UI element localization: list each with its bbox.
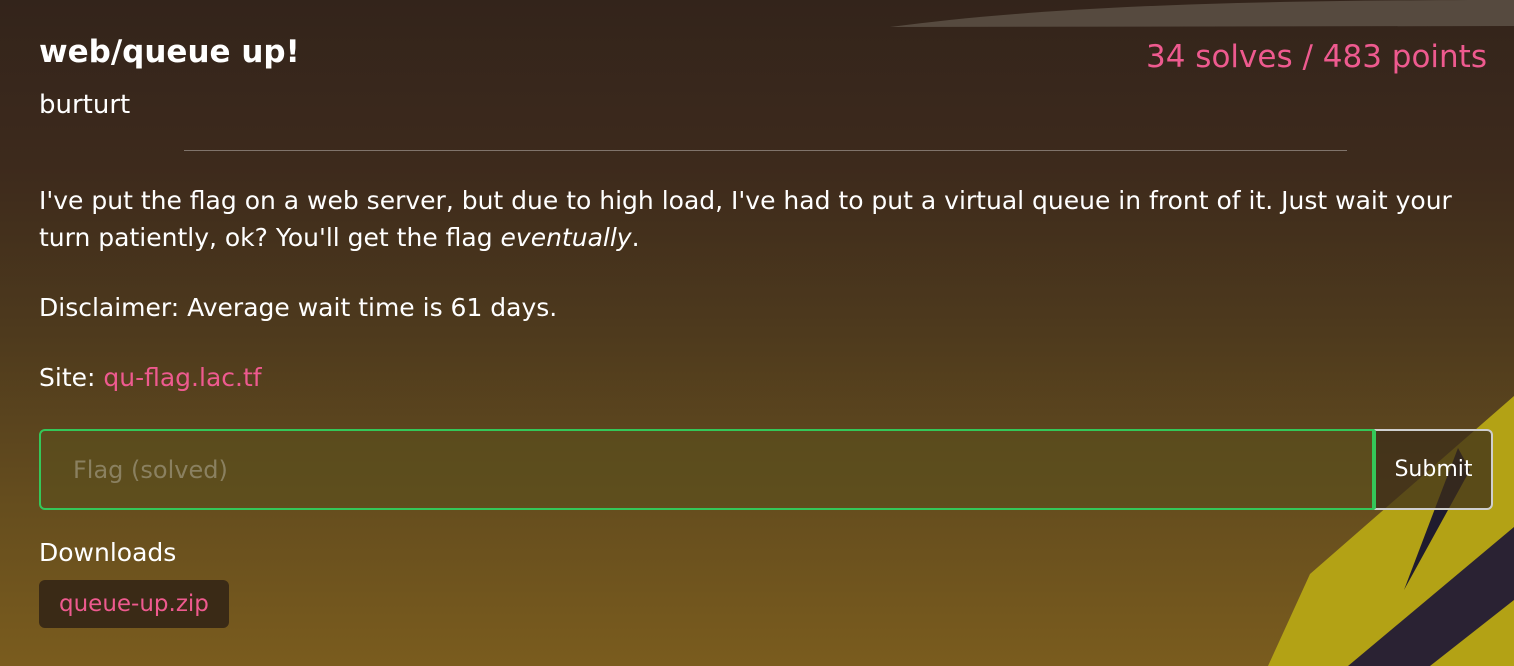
divider [184, 150, 1347, 151]
description-end: . [631, 223, 640, 252]
challenge-title: web/queue up! [39, 34, 300, 70]
challenge-author: burturt [39, 90, 131, 120]
download-link[interactable]: queue-up.zip [39, 580, 229, 628]
challenge-card: web/queue up! burturt 34 solves / 483 po… [39, 0, 1493, 666]
flag-form: Submit [39, 429, 1493, 510]
site-label: Site: [39, 363, 104, 392]
challenge-disclaimer: Disclaimer: Average wait time is 61 days… [39, 293, 558, 322]
description-text: I've put the flag on a web server, but d… [39, 186, 1452, 252]
challenge-description: I've put the flag on a web server, but d… [39, 182, 1469, 256]
flag-input[interactable] [39, 429, 1374, 510]
challenge-site: Site: qu-flag.lac.tf [39, 359, 262, 396]
challenge-stats: 34 solves / 483 points [1146, 39, 1487, 75]
submit-button[interactable]: Submit [1374, 429, 1493, 510]
description-emphasis: eventually [500, 223, 632, 252]
site-link[interactable]: qu-flag.lac.tf [103, 363, 261, 392]
downloads-label: Downloads [39, 538, 177, 567]
